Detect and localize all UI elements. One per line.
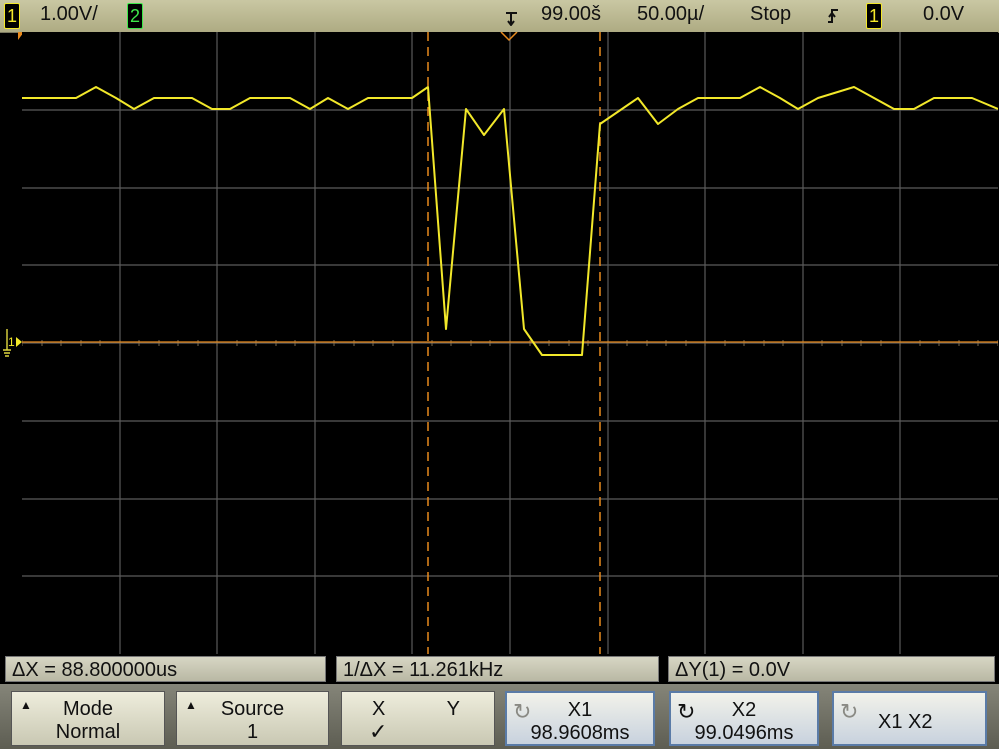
channel-1-indicator[interactable]: 1 xyxy=(4,3,20,29)
channel-2-indicator[interactable]: 2 xyxy=(127,3,143,29)
trigger-source[interactable]: 1 xyxy=(866,3,882,29)
status-bar: 1 1.00V/ 2 99.00š 50.00µ/ Stop 1 0.0V xyxy=(0,0,999,33)
graticule xyxy=(21,32,999,654)
waveform-display[interactable] xyxy=(21,31,999,654)
x2-title: X2 xyxy=(731,699,757,721)
ground-reference-marker[interactable]: 1 xyxy=(2,328,24,358)
trigger-level: 0.0V xyxy=(923,3,965,25)
measurement-bar: ΔX = 88.800000us 1/ΔX = 11.261kHz ΔY(1) … xyxy=(0,654,999,684)
source-value: 1 xyxy=(246,721,259,743)
x-option-label: X xyxy=(372,698,386,720)
timebase-scale: 50.00µ/ xyxy=(637,3,705,25)
delta-x-readout: ΔX = 88.800000us xyxy=(5,656,326,682)
entry-knob-icon: ↻ xyxy=(840,699,859,724)
run-state: Stop xyxy=(750,3,792,25)
softkey-bar: ▲ Mode Normal ▲ Source 1 X Y ✓ ↻ X1 98.9… xyxy=(0,684,999,749)
waveform-svg xyxy=(21,31,999,654)
inverse-delta-x-readout: 1/ΔX = 11.261kHz xyxy=(336,656,659,682)
horizontal-delay: 99.00š xyxy=(541,3,602,25)
y-option-label: Y xyxy=(446,698,460,720)
mode-title: Mode xyxy=(62,698,114,720)
x2-value: 99.0496ms xyxy=(694,722,794,744)
delta-y-readout: ΔY(1) = 0.0V xyxy=(668,656,995,682)
x2-cursor-softkey[interactable]: ↻ X2 99.0496ms xyxy=(669,691,819,746)
x1-cursor-softkey[interactable]: ↻ X1 98.9608ms xyxy=(505,691,655,746)
ground-marker-label: 1 xyxy=(8,335,15,349)
trigger-point-marker-icon xyxy=(500,31,518,42)
x1-value: 98.9608ms xyxy=(530,722,630,744)
x1-title: X1 xyxy=(567,699,593,721)
channel-1-scale: 1.00V/ xyxy=(40,3,98,25)
xy-cursor-softkey[interactable]: X Y ✓ xyxy=(341,691,495,746)
x1-x2-softkey[interactable]: ↻ X1 X2 xyxy=(832,691,987,746)
check-icon: ✓ xyxy=(369,719,388,744)
rising-edge-icon xyxy=(828,9,838,23)
mode-value: Normal xyxy=(55,721,121,743)
source-softkey[interactable]: ▲ Source 1 xyxy=(176,691,329,746)
x1-x2-label: X1 X2 xyxy=(878,711,933,733)
delay-marker-icon xyxy=(506,12,517,26)
source-title: Source xyxy=(220,698,285,720)
mode-softkey[interactable]: ▲ Mode Normal xyxy=(11,691,165,746)
